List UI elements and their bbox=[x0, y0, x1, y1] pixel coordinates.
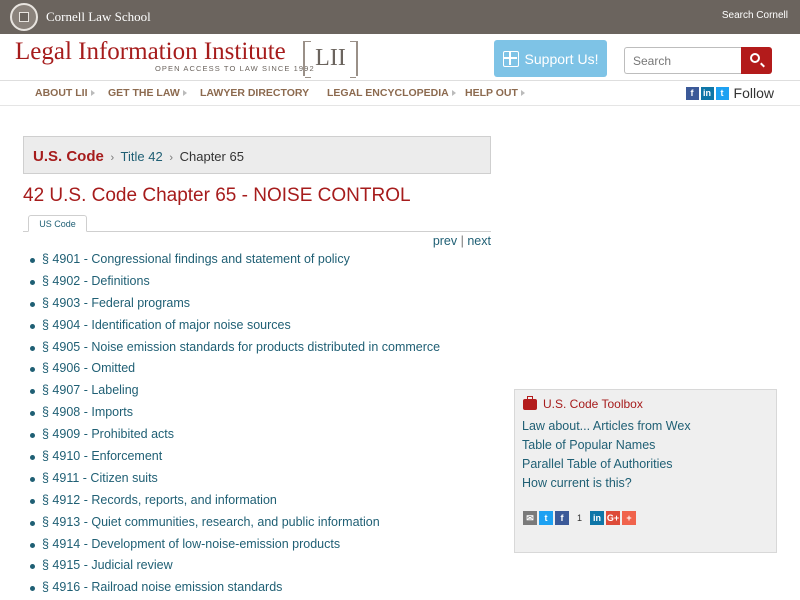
caret-right-icon bbox=[182, 90, 187, 96]
us-code-toolbox: U.S. Code Toolbox Law about... Articles … bbox=[514, 389, 777, 553]
section-link[interactable]: § 4905 - Noise emission standards for pr… bbox=[30, 340, 440, 362]
section-link[interactable]: § 4902 - Definitions bbox=[30, 274, 440, 296]
googleplus-share-icon[interactable]: G+ bbox=[606, 511, 621, 525]
share-count: 1 bbox=[577, 513, 583, 523]
breadcrumb-separator: › bbox=[169, 152, 173, 164]
section-link[interactable]: § 4909 - Prohibited acts bbox=[30, 427, 440, 449]
section-link[interactable]: § 4915 - Judicial review bbox=[30, 558, 440, 580]
toolbox-icon bbox=[523, 395, 537, 410]
main-nav: ABOUT LII GET THE LAW LAWYER DIRECTORY L… bbox=[0, 80, 800, 106]
support-us-button[interactable]: Support Us! bbox=[494, 40, 607, 77]
breadcrumb-us-code[interactable]: U.S. Code bbox=[33, 148, 104, 165]
facebook-share-icon[interactable]: f bbox=[555, 511, 569, 525]
breadcrumb-current-chapter: Chapter 65 bbox=[179, 149, 244, 164]
lii-logo[interactable]: LII bbox=[303, 41, 358, 78]
cornell-seal-icon[interactable] bbox=[10, 3, 38, 31]
section-link[interactable]: § 4907 - Labeling bbox=[30, 383, 440, 405]
prev-link[interactable]: prev bbox=[433, 234, 457, 248]
breadcrumb-title-42[interactable]: Title 42 bbox=[121, 149, 163, 164]
section-link[interactable]: § 4913 - Quiet communities, research, an… bbox=[30, 515, 440, 537]
section-link[interactable]: § 4911 - Citizen suits bbox=[30, 471, 440, 493]
section-link[interactable]: § 4901 - Congressional findings and stat… bbox=[30, 252, 440, 274]
email-share-icon[interactable]: ✉ bbox=[523, 511, 537, 525]
social-follow: f in t Follow bbox=[685, 85, 774, 101]
nav-item-legal-encyclopedia[interactable]: LEGAL ENCYCLOPEDIA bbox=[327, 87, 456, 99]
add-share-icon[interactable]: + bbox=[622, 511, 637, 525]
follow-label[interactable]: Follow bbox=[734, 85, 774, 101]
pager-separator: | bbox=[460, 234, 464, 248]
share-buttons: ✉ t f 1 in G+ + bbox=[523, 511, 637, 525]
breadcrumb-separator: › bbox=[110, 152, 115, 164]
twitter-share-icon[interactable]: t bbox=[539, 511, 553, 525]
cornell-law-school-link[interactable]: Cornell Law School bbox=[46, 9, 151, 25]
toolbox-header: U.S. Code Toolbox bbox=[523, 395, 643, 411]
toolbox-link-wex[interactable]: Law about... Articles from Wex bbox=[522, 419, 691, 438]
caret-right-icon bbox=[520, 90, 525, 96]
section-link[interactable]: § 4914 - Development of low-noise-emissi… bbox=[30, 537, 440, 559]
nav-item-get-the-law[interactable]: GET THE LAW bbox=[108, 87, 187, 99]
section-link[interactable]: § 4908 - Imports bbox=[30, 405, 440, 427]
search-icon bbox=[750, 53, 760, 63]
lii-site-title[interactable]: Legal Information Institute bbox=[15, 38, 286, 66]
search-cornell-link[interactable]: Search Cornell bbox=[722, 10, 788, 21]
caret-right-icon bbox=[90, 90, 95, 96]
toolbox-link-popular-names[interactable]: Table of Popular Names bbox=[522, 438, 691, 457]
pager: prev | next bbox=[433, 234, 491, 248]
caret-right-icon bbox=[451, 90, 456, 96]
toolbox-links: Law about... Articles from Wex Table of … bbox=[522, 419, 691, 495]
linkedin-share-icon[interactable]: in bbox=[590, 511, 605, 525]
tab-us-code[interactable]: US Code bbox=[28, 215, 87, 232]
section-link[interactable]: § 4916 - Railroad noise emission standar… bbox=[30, 580, 440, 600]
page-title: 42 U.S. Code Chapter 65 - NOISE CONTROL bbox=[23, 185, 411, 206]
toolbox-link-how-current[interactable]: How current is this? bbox=[522, 476, 691, 495]
tab-divider bbox=[23, 231, 491, 232]
toolbox-link-parallel-table[interactable]: Parallel Table of Authorities bbox=[522, 457, 691, 476]
cornell-bar: Cornell Law School Search Cornell bbox=[0, 0, 800, 34]
nav-item-help-out[interactable]: HELP OUT bbox=[465, 87, 525, 99]
section-link[interactable]: § 4912 - Records, reports, and informati… bbox=[30, 493, 440, 515]
section-link[interactable]: § 4910 - Enforcement bbox=[30, 449, 440, 471]
breadcrumb: U.S. Code › Title 42 › Chapter 65 bbox=[23, 136, 491, 174]
section-link[interactable]: § 4906 - Omitted bbox=[30, 361, 440, 383]
gift-icon bbox=[502, 50, 519, 67]
next-link[interactable]: next bbox=[467, 234, 491, 248]
lii-tagline: OPEN ACCESS TO LAW SINCE 1992 bbox=[155, 64, 315, 73]
section-link[interactable]: § 4904 - Identification of major noise s… bbox=[30, 318, 440, 340]
twitter-icon[interactable]: t bbox=[715, 86, 729, 100]
section-list: § 4901 - Congressional findings and stat… bbox=[30, 252, 440, 600]
section-link[interactable]: § 4903 - Federal programs bbox=[30, 296, 440, 318]
facebook-icon[interactable]: f bbox=[685, 86, 699, 100]
nav-item-lawyer-directory[interactable]: LAWYER DIRECTORY bbox=[200, 87, 309, 99]
search-button[interactable] bbox=[741, 47, 772, 74]
toolbox-title: U.S. Code Toolbox bbox=[543, 397, 643, 411]
support-us-label: Support Us! bbox=[524, 50, 599, 67]
linkedin-icon[interactable]: in bbox=[700, 86, 714, 100]
nav-item-about-lii[interactable]: ABOUT LII bbox=[35, 87, 95, 99]
search-input[interactable] bbox=[624, 47, 742, 74]
